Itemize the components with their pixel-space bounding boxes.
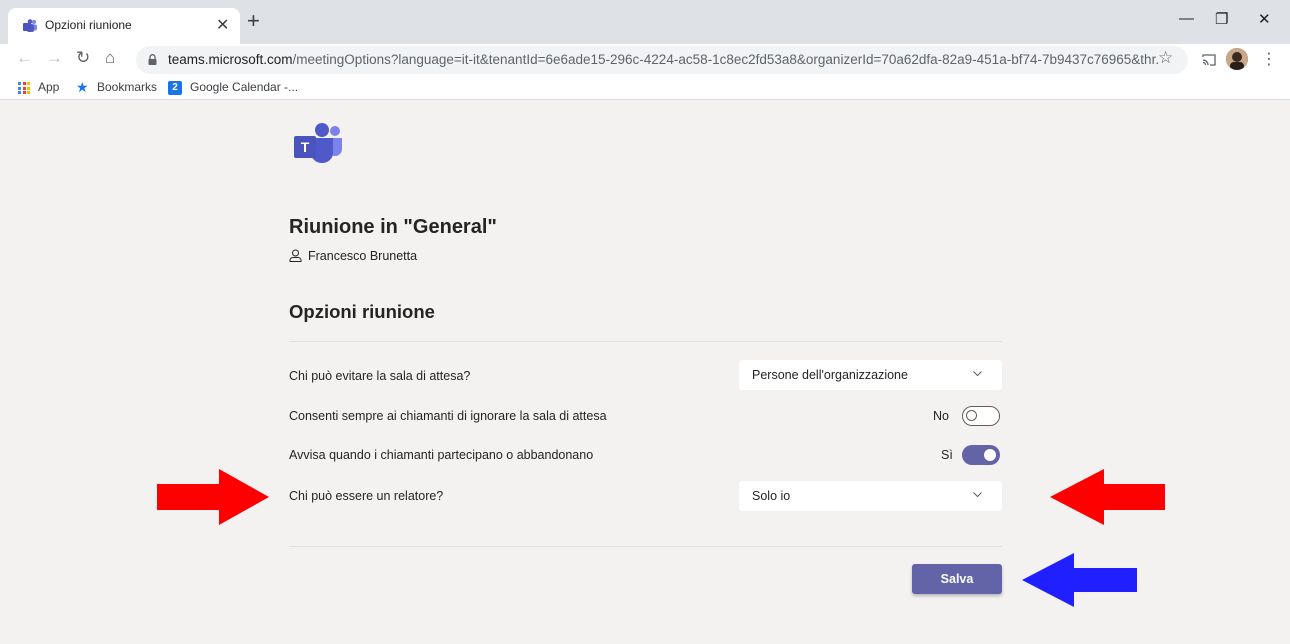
notify-join-leave-state: Sì: [941, 448, 953, 462]
apps-grid-icon: [18, 82, 30, 94]
toggle-knob: [984, 449, 996, 461]
section-title: Opzioni riunione: [289, 301, 435, 322]
minimize-icon[interactable]: —: [1179, 10, 1194, 27]
blue-arrow-left-icon: [1022, 553, 1137, 607]
browser-tab[interactable]: Opzioni riunione ✕: [8, 8, 240, 44]
dialin-bypass-label: Consenti sempre ai chiamanti di ignorare…: [289, 409, 607, 423]
bookmark-star-icon[interactable]: ☆: [1158, 48, 1173, 68]
save-button[interactable]: Salva: [912, 564, 1002, 594]
teams-logo-letter: T: [301, 139, 310, 155]
divider-bottom: [289, 546, 1002, 547]
browser-menu-icon[interactable]: ⋮: [1261, 49, 1277, 69]
divider-top: [289, 341, 1002, 342]
lobby-bypass-value: Persone dell'organizzazione: [752, 368, 908, 382]
url-domain: teams.microsoft.com: [168, 52, 293, 67]
address-bar[interactable]: teams.microsoft.com/meetingOptions?langu…: [136, 46, 1188, 74]
toggle-knob: [966, 410, 977, 421]
lobby-bypass-dropdown[interactable]: Persone dell'organizzazione: [739, 360, 1002, 390]
new-tab-icon[interactable]: +: [247, 8, 260, 34]
lock-icon: [148, 54, 157, 65]
meeting-title: Riunione in "General": [289, 216, 497, 238]
presenter-dropdown[interactable]: Solo io: [739, 481, 1002, 511]
bookmark-apps[interactable]: App: [38, 80, 59, 94]
teams-logo-icon: T: [294, 123, 342, 163]
forward-icon[interactable]: →: [46, 48, 63, 68]
teams-favicon-icon: [23, 19, 37, 32]
chevron-down-icon: [973, 371, 982, 377]
presenter-value: Solo io: [752, 489, 791, 503]
home-icon[interactable]: ⌂: [105, 48, 115, 68]
notify-join-leave-toggle[interactable]: [962, 445, 1000, 465]
close-tab-icon[interactable]: ✕: [216, 15, 229, 35]
tab-title: Opzioni riunione: [45, 18, 132, 32]
google-calendar-icon: 2: [168, 81, 182, 95]
presenter-label: Chi può essere un relatore?: [289, 489, 444, 503]
person-icon: [289, 249, 302, 262]
url-path: /meetingOptions?language=it-it&tenantId=…: [292, 52, 1158, 67]
organizer: Francesco Brunetta: [289, 249, 417, 263]
restore-icon[interactable]: ❐: [1215, 10, 1228, 28]
dialin-bypass-toggle[interactable]: [962, 406, 1000, 426]
lobby-bypass-label: Chi può evitare la sala di attesa?: [289, 369, 471, 383]
cast-icon[interactable]: [1202, 54, 1216, 66]
bookmark-bookmarks[interactable]: Bookmarks: [97, 80, 157, 94]
url-text: teams.microsoft.com/meetingOptions?langu…: [168, 52, 1158, 67]
reload-icon[interactable]: ↻: [76, 48, 90, 68]
dialin-bypass-state: No: [933, 409, 949, 423]
browser-toolbar: ← → ↻ ⌂ teams.microsoft.com/meetingOptio…: [0, 44, 1290, 76]
back-icon[interactable]: ←: [16, 48, 33, 68]
meeting-options-page: T Riunione in "General" Francesco Brunet…: [0, 101, 1290, 644]
red-arrow-left-icon: [1050, 469, 1165, 525]
notify-join-leave-label: Avvisa quando i chiamanti partecipano o …: [289, 448, 594, 462]
close-window-icon[interactable]: ✕: [1258, 10, 1271, 28]
bookmarks-star-icon: ★: [76, 79, 89, 95]
organizer-name: Francesco Brunetta: [308, 249, 418, 263]
red-arrow-right-icon: [157, 469, 269, 525]
chevron-down-icon: [973, 492, 982, 498]
profile-avatar[interactable]: [1226, 48, 1248, 70]
bookmarks-bar: App ★ Bookmarks 2 Google Calendar -...: [0, 76, 1290, 100]
bookmark-google-calendar[interactable]: Google Calendar -...: [190, 80, 298, 94]
browser-tab-bar: Opzioni riunione ✕ + — ❐ ✕: [0, 0, 1290, 44]
